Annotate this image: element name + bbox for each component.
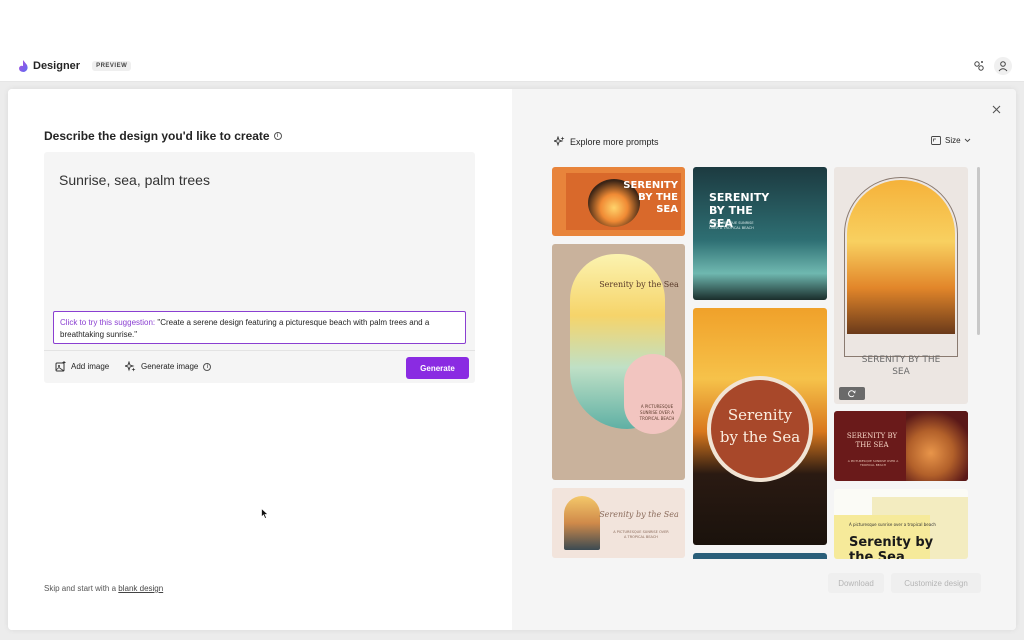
generate-image-label: Generate image xyxy=(141,362,199,371)
app-header: Designer PREVIEW xyxy=(0,52,1024,82)
divider xyxy=(44,350,475,351)
explore-prompts-button[interactable]: Explore more prompts xyxy=(554,136,659,147)
template-title: SERENITY BY THE SEA xyxy=(861,355,941,377)
explore-prompts-label: Explore more prompts xyxy=(570,136,659,147)
preview-badge: PREVIEW xyxy=(92,61,132,71)
prompt-heading: Describe the design you'd like to create… xyxy=(44,129,282,143)
template-title: Serenity by the Sea xyxy=(849,535,934,559)
template-card[interactable]: SERENITY BY THE SEA A PICTURESQUE SUNRIS… xyxy=(834,411,968,481)
sparkle-icon xyxy=(554,136,565,147)
template-title: Serenity by the Sea xyxy=(599,280,679,289)
prompt-input[interactable]: Sunrise, sea, palm trees xyxy=(59,172,210,188)
close-icon[interactable] xyxy=(990,103,1002,115)
template-subtitle: A PICTURESQUE SUNRISE OVER A TROPICAL BE… xyxy=(847,459,899,467)
gallery-scrollbar[interactable] xyxy=(977,167,980,335)
generate-button[interactable]: Generate xyxy=(406,357,469,379)
size-dropdown[interactable]: Size xyxy=(931,136,975,145)
template-subtitle: A picturesque sunrise over a tropical be… xyxy=(849,522,936,527)
template-card[interactable]: Serenity by the Sea A PICTURESQUE SUNRIS… xyxy=(552,488,685,558)
skip-text: Skip and start with a blank design xyxy=(44,584,163,593)
customize-design-button[interactable]: Customize design xyxy=(891,573,981,593)
template-card[interactable]: Serenity by the Sea xyxy=(693,308,827,545)
template-card[interactable]: SERENITY BY THE SEA A PICTURESQUE SUNRIS… xyxy=(693,167,827,300)
add-image-icon xyxy=(55,361,66,372)
mouse-cursor-icon xyxy=(261,508,269,519)
template-card[interactable]: A picturesque sunrise over a tropical be… xyxy=(834,489,968,559)
size-icon xyxy=(931,136,941,145)
prompt-input-box[interactable]: Sunrise, sea, palm trees Click to try th… xyxy=(44,152,475,383)
sparkle-image-icon xyxy=(125,361,136,372)
template-card[interactable]: SERENITY BY THE SEA xyxy=(834,167,968,404)
blank-design-link[interactable]: blank design xyxy=(118,584,163,593)
template-card[interactable]: SERENITY BY THE SEA xyxy=(552,167,685,236)
template-subtitle: A PICTURESQUE SUNRISE OVER A TROPICAL BE… xyxy=(709,221,754,230)
download-button[interactable]: Download xyxy=(828,573,884,593)
info-icon[interactable]: i xyxy=(273,132,282,140)
prompt-heading-text: Describe the design you'd like to create xyxy=(44,129,270,143)
chevron-down-icon xyxy=(964,138,970,143)
size-label: Size xyxy=(945,136,961,145)
app-title: Designer xyxy=(33,60,81,72)
add-image-button[interactable]: Add image xyxy=(55,361,109,372)
generate-image-info-icon[interactable]: i xyxy=(203,362,212,371)
templates-panel: Explore more prompts Size SERENITY BY TH… xyxy=(512,89,1016,630)
template-title: SERENITY BY THE SEA xyxy=(846,432,898,449)
template-title: Serenity by the Sea xyxy=(719,406,801,446)
account-icon[interactable] xyxy=(994,57,1012,75)
prompt-panel: Describe the design you'd like to create… xyxy=(8,89,512,630)
add-image-label: Add image xyxy=(71,362,110,371)
suggestion-chip[interactable]: Click to try this suggestion: "Create a … xyxy=(53,311,466,344)
template-subtitle: A PICTURESQUE SUNRISE OVER A TROPICAL BE… xyxy=(639,404,675,421)
regenerate-icon[interactable] xyxy=(839,387,865,400)
template-title: Serenity by the Sea xyxy=(599,510,679,519)
template-card[interactable]: Serenity by the Sea A PICTURESQUE SUNRIS… xyxy=(552,244,685,480)
designer-logo[interactable]: Designer PREVIEW xyxy=(17,59,132,73)
template-subtitle: A PICTURESQUE SUNRISE OVER A TROPICAL BE… xyxy=(613,530,669,539)
template-card[interactable] xyxy=(693,553,827,559)
share-icon[interactable] xyxy=(970,57,988,75)
template-gallery: SERENITY BY THE SEA Serenity by the Sea … xyxy=(552,167,978,559)
create-design-dialog: Describe the design you'd like to create… xyxy=(8,89,1016,630)
template-title: SERENITY BY THE SEA xyxy=(623,180,678,215)
designer-logo-icon xyxy=(19,60,28,72)
suggestion-prefix: Click to try this suggestion: xyxy=(60,318,156,327)
skip-prefix: Skip and start with a xyxy=(44,584,119,593)
generate-image-button[interactable]: Generate image i xyxy=(125,361,212,372)
